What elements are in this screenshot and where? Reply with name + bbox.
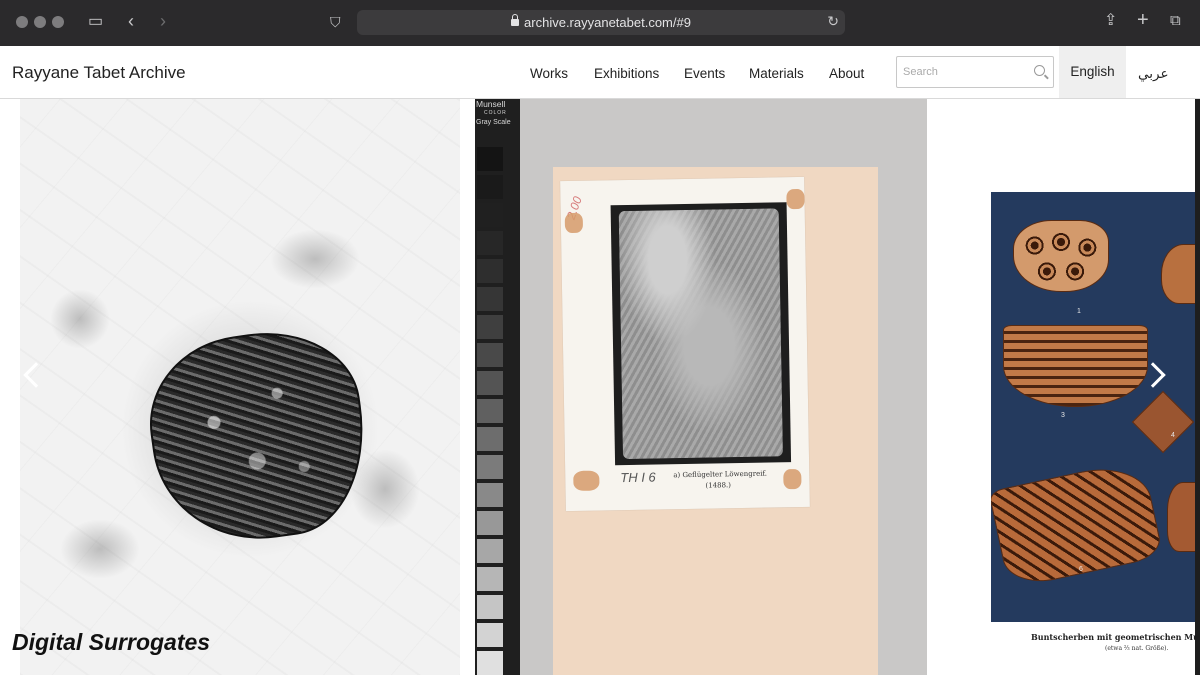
share-icon[interactable]: ⇪ bbox=[1104, 11, 1117, 31]
language-arabic[interactable]: عربي bbox=[1138, 66, 1169, 82]
gray-swatch bbox=[477, 175, 503, 199]
pottery-sherd bbox=[991, 458, 1164, 590]
smudge bbox=[50, 289, 110, 349]
gray-swatch bbox=[477, 427, 503, 451]
tape-mark bbox=[573, 470, 600, 491]
gray-swatch bbox=[477, 595, 503, 619]
search-icon[interactable] bbox=[1034, 65, 1045, 76]
gray-swatch bbox=[477, 567, 503, 591]
photo-card: 2.00 TH I 6 a) Geflügelter Löwengreif. (… bbox=[560, 176, 810, 512]
relief-photograph bbox=[610, 202, 792, 466]
tape-mark bbox=[564, 212, 584, 234]
back-arrow-icon[interactable]: ‹ bbox=[128, 11, 134, 31]
plate-number: 6 bbox=[1079, 566, 1083, 573]
gray-swatch bbox=[477, 511, 503, 535]
image-carousel: Digital Surrogates Munsell COLOR Gray Sc… bbox=[0, 99, 1200, 675]
search-input[interactable] bbox=[897, 57, 1027, 87]
nav-materials[interactable]: Materials bbox=[749, 66, 804, 81]
smudge bbox=[60, 519, 140, 579]
gray-scale-strip: Munsell COLOR Gray Scale bbox=[475, 99, 520, 675]
nav-events[interactable]: Events bbox=[684, 66, 725, 81]
nav-works[interactable]: Works bbox=[530, 66, 568, 81]
gray-swatch bbox=[477, 287, 503, 311]
url-text: archive.rayyanetabet.com/#9 bbox=[524, 15, 691, 30]
reload-icon[interactable]: ↻ bbox=[827, 13, 839, 30]
sidebar-toggle-icon[interactable]: ▭ bbox=[88, 12, 103, 32]
browser-chrome: ▭ ‹ › ⛉ archive.rayyanetabet.com/#9 ↻ ⇪ … bbox=[0, 0, 1200, 46]
pottery-sherd bbox=[1131, 390, 1195, 454]
forward-arrow-icon[interactable]: › bbox=[160, 11, 166, 31]
slide-ink-drawing[interactable] bbox=[20, 99, 460, 675]
pottery-plate-image: 1 3 4 6 bbox=[991, 192, 1200, 622]
gray-swatch bbox=[477, 315, 503, 339]
address-bar[interactable]: archive.rayyanetabet.com/#9 ↻ bbox=[357, 10, 845, 35]
nav-about[interactable]: About bbox=[829, 66, 864, 81]
card-pencil-mark: TH I 6 bbox=[620, 469, 656, 486]
scale-title: Munsell bbox=[476, 99, 506, 109]
carousel-caption: Digital Surrogates bbox=[12, 629, 211, 655]
language-english[interactable]: English bbox=[1059, 46, 1126, 98]
pottery-sherd bbox=[1013, 220, 1109, 292]
gray-swatch bbox=[477, 623, 503, 647]
minimize-window-button[interactable] bbox=[34, 16, 46, 28]
new-tab-icon[interactable]: + bbox=[1137, 10, 1149, 30]
zoom-window-button[interactable] bbox=[52, 16, 64, 28]
gray-swatch bbox=[477, 455, 503, 479]
gray-swatch bbox=[477, 539, 503, 563]
card-caption-sub: (1488.) bbox=[705, 481, 732, 490]
lock-icon bbox=[511, 14, 520, 26]
card-caption: a) Geflügelter Löwengreif. bbox=[673, 469, 768, 480]
plate-caption: Buntscherben mit geometrischen Mustern i bbox=[1031, 632, 1200, 642]
slide-relief-photo[interactable]: Munsell COLOR Gray Scale 2.00 TH I 6 a) … bbox=[475, 99, 927, 675]
winged-figure-relief bbox=[618, 208, 783, 460]
site-header: Rayyane Tabet Archive Works Exhibitions … bbox=[0, 46, 1200, 99]
scale-label: Gray Scale bbox=[476, 119, 511, 126]
pottery-sherd bbox=[1003, 325, 1148, 407]
privacy-shield-icon[interactable]: ⛉ bbox=[330, 12, 341, 32]
plate-number: 4 bbox=[1171, 432, 1175, 439]
gray-swatch bbox=[477, 371, 503, 395]
gray-swatch bbox=[477, 483, 503, 507]
close-window-button[interactable] bbox=[16, 16, 28, 28]
search-box bbox=[896, 56, 1054, 88]
tape-mark bbox=[786, 188, 805, 210]
page-scrollbar[interactable] bbox=[1195, 99, 1200, 675]
scale-subtitle: COLOR bbox=[484, 110, 507, 116]
tape-mark bbox=[783, 468, 802, 490]
gray-swatch bbox=[477, 203, 503, 227]
plate-number: 3 bbox=[1061, 412, 1065, 419]
carousel-next-arrow-icon[interactable] bbox=[1146, 361, 1164, 389]
plate-caption-sub: (etwa ⅔ nat. Größe). bbox=[1105, 645, 1169, 652]
plate-number: 1 bbox=[1077, 308, 1081, 315]
gray-swatch bbox=[477, 343, 503, 367]
carousel-prev-arrow-icon[interactable] bbox=[22, 361, 40, 389]
nav-exhibitions[interactable]: Exhibitions bbox=[594, 66, 659, 81]
gray-swatch bbox=[477, 651, 503, 675]
tab-overview-icon[interactable]: ⧉ bbox=[1170, 11, 1181, 31]
site-title-link[interactable]: Rayyane Tabet Archive bbox=[12, 63, 186, 83]
gray-swatch bbox=[477, 399, 503, 423]
smudge bbox=[270, 229, 360, 289]
gray-swatch bbox=[477, 147, 503, 171]
gray-swatch bbox=[477, 231, 503, 255]
gray-swatch bbox=[477, 259, 503, 283]
